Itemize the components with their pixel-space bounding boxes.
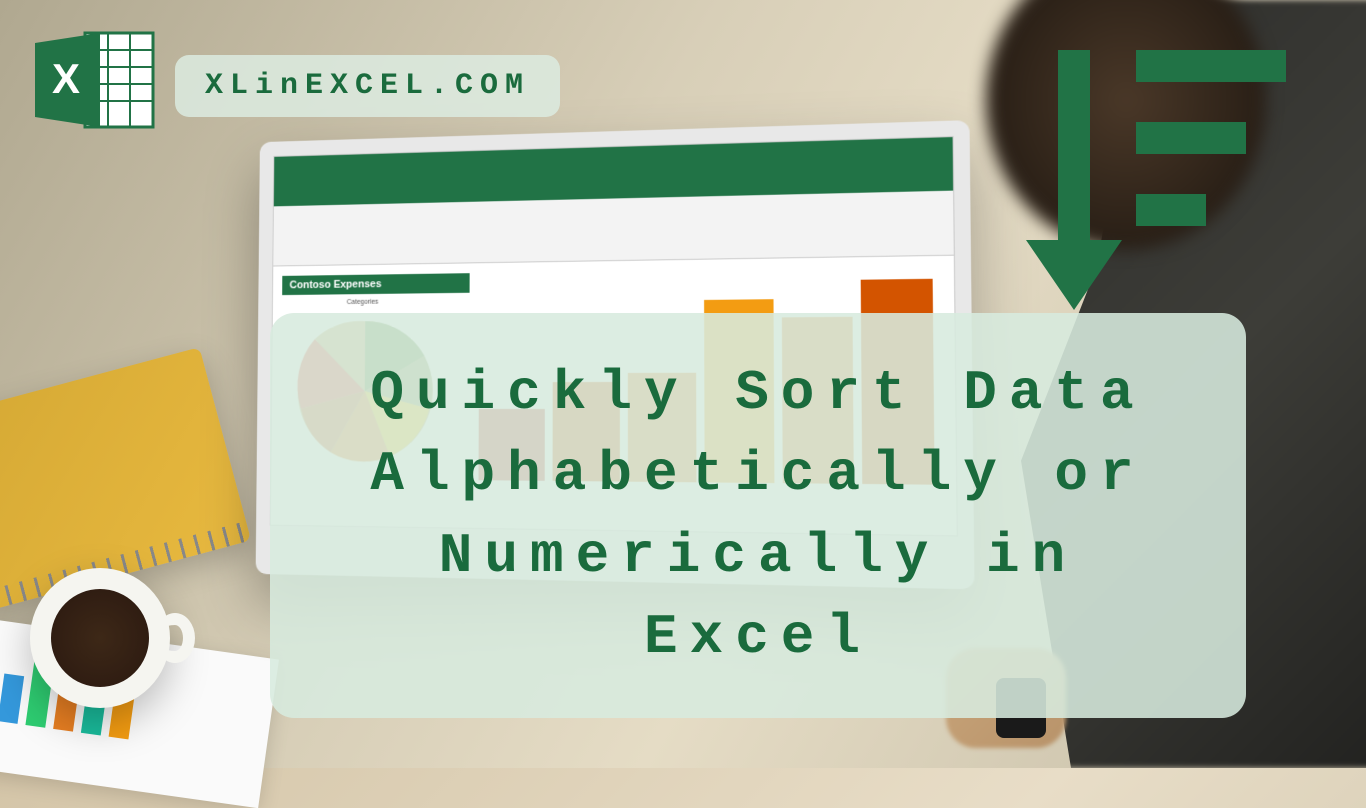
- title-overlay: Quickly Sort Data Alphabetically or Nume…: [270, 313, 1246, 718]
- coffee-liquid: [45, 583, 155, 693]
- sort-descending-icon: [1006, 30, 1286, 320]
- sheet-title: Contoso Expenses: [282, 273, 470, 295]
- title-line-3: Numerically in Excel: [439, 524, 1077, 669]
- title-text: Quickly Sort Data Alphabetically or Nume…: [320, 353, 1196, 678]
- svg-text:X: X: [52, 55, 80, 102]
- excel-ribbon: [273, 163, 954, 267]
- cup-handle: [155, 613, 195, 663]
- site-name-badge: XLinEXCEL.COM: [175, 55, 560, 117]
- excel-logo-icon: X: [30, 25, 160, 135]
- title-line-1: Quickly Sort Data: [370, 361, 1145, 425]
- coffee-cup: [30, 568, 170, 708]
- title-line-2: Alphabetically or: [370, 442, 1145, 506]
